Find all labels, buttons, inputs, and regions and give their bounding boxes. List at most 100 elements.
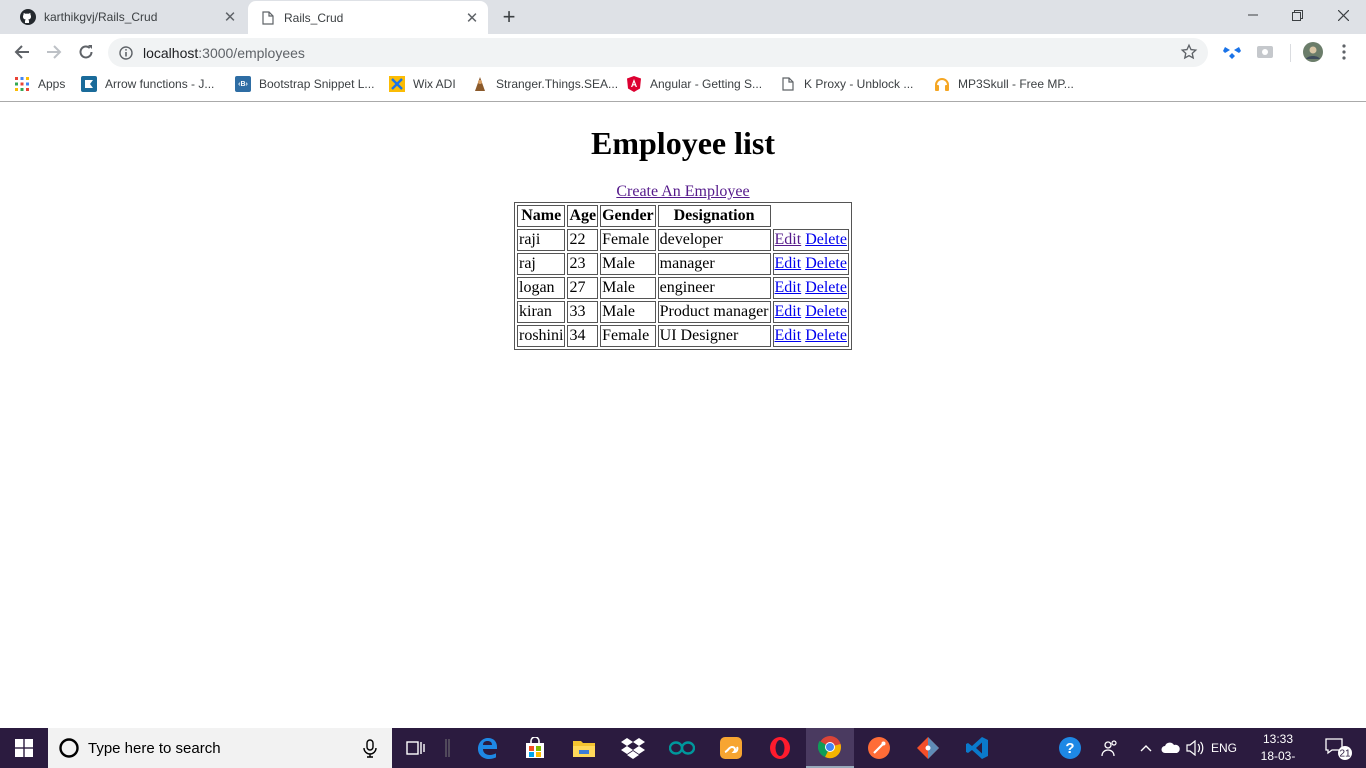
toolbar-divider [1290,44,1291,62]
cell-age: 34 [567,325,599,347]
cell-designation: engineer [657,277,771,299]
system-clock[interactable]: 13:33 18-03-2019 [1248,731,1308,768]
onedrive-cloud-icon[interactable] [1158,728,1184,768]
forward-icon[interactable] [40,38,68,66]
vscode-icon[interactable] [953,728,1001,768]
create-link-row: Create An Employee [0,183,1366,201]
edge-icon[interactable] [463,728,511,768]
wix-icon [389,76,405,92]
bookmark-arrow-functions[interactable]: Arrow functions - J... [81,75,214,93]
taskbar-search[interactable]: Type here to search [48,728,392,768]
employee-table: Name Age Gender Designation raji 22 Fema… [514,202,852,350]
taskbar-separator-icon [440,728,456,768]
reload-icon[interactable] [72,38,100,66]
dropbox-icon[interactable] [609,728,657,768]
bookmark-label: Apps [38,77,66,91]
svg-text:?: ? [1065,740,1074,757]
delete-link[interactable]: Delete [805,279,847,296]
apps-grid-icon [14,76,30,92]
header-actions [773,205,849,227]
cell-actions: Edit Delete [772,325,849,347]
help-icon[interactable]: ? [1056,728,1084,768]
bookmark-k-proxy[interactable]: K Proxy - Unblock ... [780,75,913,93]
cell-designation: Product manager [657,301,771,323]
postman-icon[interactable] [855,728,903,768]
cell-gender: Female [600,325,656,347]
tab-rails-crud[interactable]: Rails_Crud ✕ [248,1,488,34]
info-icon[interactable] [118,45,134,61]
edit-link[interactable]: Edit [775,303,802,320]
header-name: Name [517,205,566,227]
windows-start-icon[interactable] [0,728,48,768]
cell-gender: Male [600,277,656,299]
edit-link[interactable]: Edit [775,255,802,272]
delete-link[interactable]: Delete [805,303,847,320]
bookmark-angular[interactable]: Angular - Getting S... [626,75,762,93]
file-explorer-icon[interactable] [560,728,608,768]
minimize-icon[interactable] [1230,0,1276,30]
browser-toolbar: localhost:3000/employees [0,34,1366,70]
cell-age: 33 [567,301,599,323]
bookmark-mp3skull[interactable]: MP3Skull - Free MP... [934,75,1074,93]
bookmark-wix-adi[interactable]: Wix ADI [389,75,456,93]
bookmark-icon [81,76,97,92]
arduino-icon[interactable] [658,728,706,768]
delete-link[interactable]: Delete [805,255,847,272]
microphone-icon[interactable] [360,738,380,758]
edit-link[interactable]: Edit [775,279,802,296]
task-view-icon[interactable] [392,728,440,768]
close-icon[interactable]: ✕ [220,7,240,27]
language-indicator[interactable]: ENG [1208,728,1240,768]
profile-avatar-icon[interactable] [1302,41,1324,63]
cell-age: 22 [567,229,599,251]
close-window-icon[interactable] [1320,0,1366,30]
edit-link[interactable]: Edit [775,327,802,344]
bookmark-label: MP3Skull - Free MP... [958,77,1074,91]
people-icon[interactable] [1098,728,1122,768]
bookmark-label: Bootstrap Snippet L... [259,77,375,91]
cell-name: logan [517,277,566,299]
header-age: Age [567,205,599,227]
uc-browser-icon[interactable] [707,728,755,768]
bookmark-stranger-things[interactable]: Stranger.Things.SEA... [472,75,618,93]
close-icon[interactable]: ✕ [462,8,482,28]
delete-link[interactable]: Delete [805,327,847,344]
search-placeholder: Type here to search [88,739,221,757]
back-icon[interactable] [8,38,36,66]
cortana-circle-icon [59,738,79,758]
tab-github[interactable]: karthikgvj/Rails_Crud ✕ [8,0,246,34]
opera-icon[interactable] [756,728,804,768]
bookmark-star-icon[interactable] [1180,43,1198,61]
git-kraken-icon[interactable] [904,728,952,768]
edit-link[interactable]: Edit [775,231,802,248]
cell-gender: Female [600,229,656,251]
headphones-icon [934,76,950,92]
bookmark-label: Arrow functions - J... [105,77,215,91]
delete-link[interactable]: Delete [805,231,847,248]
extension-cast-icon[interactable] [1255,42,1275,62]
create-employee-link[interactable]: Create An Employee [616,183,749,200]
cell-age: 23 [567,253,599,275]
bookmark-apps[interactable]: Apps [14,75,65,93]
page-title: Employee list [591,125,775,161]
cell-name: raj [517,253,566,275]
torrent-icon [472,76,488,92]
bookmarks-bar: Apps Arrow functions - J... ‹B› Bootstra… [0,70,1366,102]
notification-count: 21 [1339,749,1351,760]
new-tab-button[interactable]: + [498,6,520,28]
tab-title: Rails_Crud [284,10,344,25]
store-icon[interactable] [511,728,559,768]
chrome-icon[interactable] [806,728,854,768]
windows-taskbar: Type here to search ? ENG 13:33 18-03- 2… [0,728,1366,768]
extension-dropbox-icon[interactable] [1222,42,1242,62]
table-row: raj 23 Male manager Edit Delete [517,253,849,275]
volume-icon[interactable] [1184,728,1206,768]
clock-date: 18-03-2019 [1260,749,1296,768]
notification-center-icon[interactable]: 21 [1318,728,1358,768]
address-bar[interactable]: localhost:3000/employees [108,38,1208,67]
bookmark-bootstrap-snippet[interactable]: ‹B› Bootstrap Snippet L... [235,75,374,93]
chevron-up-icon[interactable] [1136,728,1156,768]
restore-icon[interactable] [1274,0,1320,30]
menu-dots-icon[interactable] [1334,42,1354,62]
document-icon [780,76,796,92]
